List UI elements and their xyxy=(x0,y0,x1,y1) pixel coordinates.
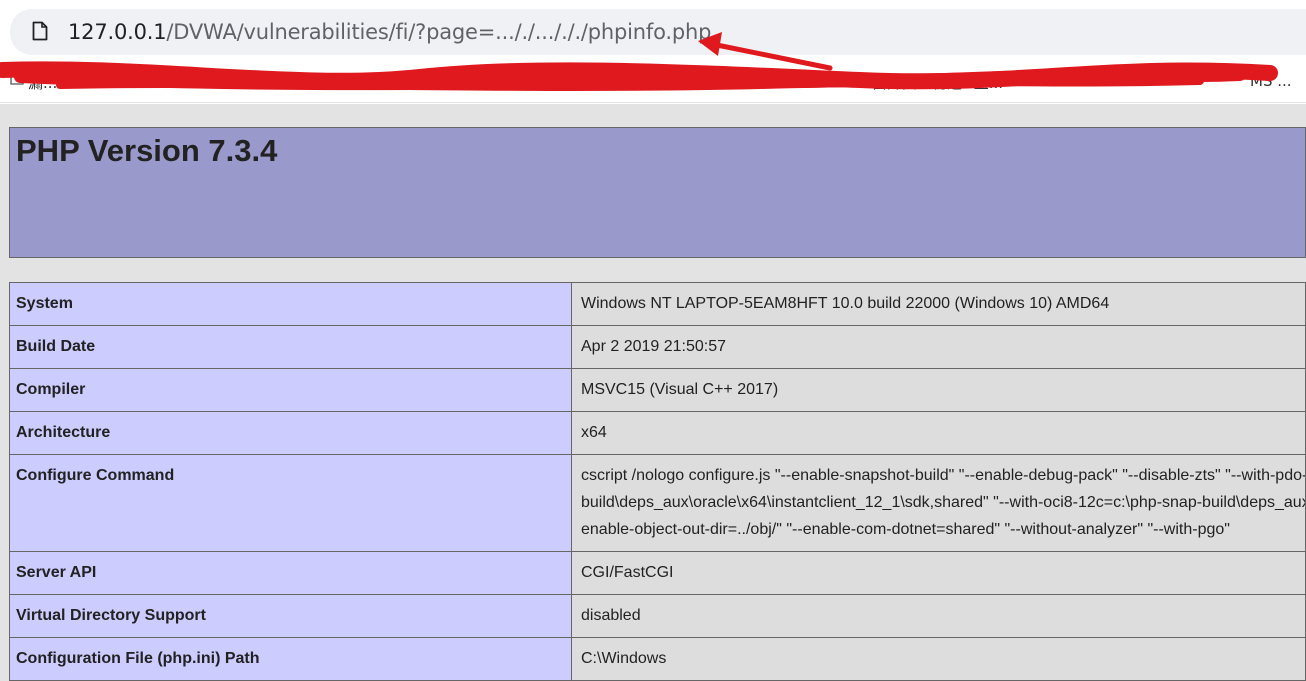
row-value: Apr 2 2019 21:50:57 xyxy=(571,325,1306,369)
row-value: cscript /nologo configure.js "--enable-s… xyxy=(571,454,1306,552)
php-version-header: PHP Version 7.3.4 xyxy=(9,127,1306,258)
bookmark-item[interactable]: 吕开黄红初道&篮... xyxy=(872,72,1003,93)
configure-line: build\deps_aux\oracle\x64\instantclient_… xyxy=(581,494,1305,511)
row-key: Architecture xyxy=(9,411,572,455)
row-value: x64 xyxy=(571,411,1306,455)
table-row: Architecture x64 xyxy=(9,411,1306,455)
bookmarks-bar: 漏... 吕开黄红初道&篮... MS ... xyxy=(0,58,1306,103)
table-row: Virtual Directory Support disabled xyxy=(9,594,1306,638)
table-row: Configuration File (php.ini) Path C:\Win… xyxy=(9,637,1306,681)
table-row: Build Date Apr 2 2019 21:50:57 xyxy=(9,325,1306,369)
row-value: CGI/FastCGI xyxy=(571,551,1306,595)
table-row: Server API CGI/FastCGI xyxy=(9,551,1306,595)
row-key: Configuration File (php.ini) Path xyxy=(9,637,572,681)
row-key: Virtual Directory Support xyxy=(9,594,572,638)
url-text[interactable]: 127.0.0.1/DVWA/vulnerabilities/fi/?page=… xyxy=(68,19,711,45)
row-value: Windows NT LAPTOP-5EAM8HFT 10.0 build 22… xyxy=(571,282,1306,326)
table-row: System Windows NT LAPTOP-5EAM8HFT 10.0 b… xyxy=(9,282,1306,326)
row-value: C:\Windows xyxy=(571,637,1306,681)
configure-line: enable-object-out-dir=../obj/" "--enable… xyxy=(581,521,1230,538)
page-icon xyxy=(32,21,48,41)
red-arrow-icon xyxy=(698,32,833,71)
row-value: disabled xyxy=(571,594,1306,638)
row-key: Server API xyxy=(9,551,572,595)
table-row: Configure Command cscript /nologo config… xyxy=(9,454,1306,552)
phpinfo-table: System Windows NT LAPTOP-5EAM8HFT 10.0 b… xyxy=(9,282,1306,681)
address-bar[interactable]: 127.0.0.1/DVWA/vulnerabilities/fi/?page=… xyxy=(10,9,1306,55)
row-value: MSVC15 (Visual C++ 2017) xyxy=(571,368,1306,412)
row-key: Build Date xyxy=(9,325,572,369)
bookmark-item[interactable]: MS ... xyxy=(1250,72,1292,90)
bookmark-item[interactable]: 漏... xyxy=(28,72,57,93)
row-key: Compiler xyxy=(9,368,572,412)
folder-icon xyxy=(10,74,24,85)
url-path: /DVWA/vulnerabilities/fi/?page=..././...… xyxy=(166,20,712,44)
folder-icon xyxy=(456,74,470,85)
table-row: Compiler MSVC15 (Visual C++ 2017) xyxy=(9,368,1306,412)
row-key: Configure Command xyxy=(9,454,572,552)
configure-line: cscript /nologo configure.js "--enable-s… xyxy=(581,467,1305,484)
phpinfo-page: PHP Version 7.3.4 System Windows NT LAPT… xyxy=(0,104,1306,681)
url-host: 127.0.0.1 xyxy=(68,20,167,44)
row-key: System xyxy=(9,282,572,326)
page-title: PHP Version 7.3.4 xyxy=(16,133,278,168)
